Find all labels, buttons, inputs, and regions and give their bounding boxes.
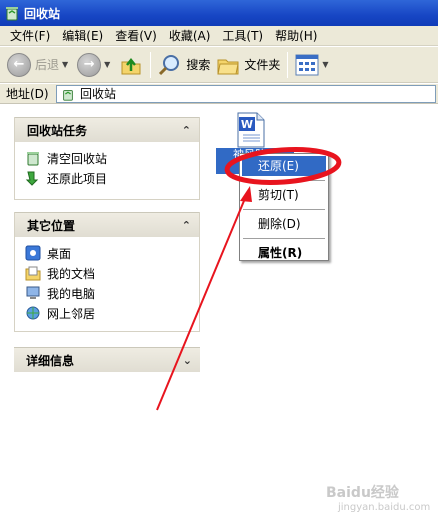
other-places-header[interactable]: 其它位置 ⌃ (15, 212, 199, 237)
menu-help[interactable]: 帮助(H) (269, 26, 323, 46)
place-my-documents-link[interactable]: 我的文档 (25, 263, 199, 283)
up-folder-icon (119, 53, 143, 77)
search-button[interactable]: 搜索 (155, 50, 213, 80)
address-value: 回收站 (80, 87, 117, 101)
views-icon (295, 54, 319, 76)
address-bar: 地址(D) 回收站 (0, 84, 438, 104)
folder-icon (216, 53, 240, 77)
watermark-text: Baidu经验 (326, 485, 399, 501)
context-menu: 还原(E) 剪切(T) 删除(D) 属性(R) (239, 153, 329, 261)
back-arrow-icon: ← (7, 52, 31, 77)
svg-text:W: W (241, 118, 253, 131)
place-my-computer-link[interactable]: 我的电脑 (25, 283, 199, 303)
menu-view[interactable]: 查看(V) (109, 26, 163, 46)
menu-separator (243, 180, 325, 181)
address-label: 地址(D) (6, 87, 49, 101)
back-label: 后退 (35, 58, 60, 72)
my-computer-icon (25, 285, 41, 301)
collapse-icon[interactable]: ⌃ (182, 219, 191, 232)
recycle-bin-icon (4, 5, 20, 21)
menu-favorites[interactable]: 收藏(A) (163, 26, 217, 46)
other-places-panel: 其它位置 ⌃ 桌面 我的文档 我的电脑 网上邻居 (14, 212, 200, 332)
network-icon (25, 305, 41, 321)
toolbar-separator (150, 51, 152, 78)
menu-bar: 文件(F) 编辑(E) 查看(V) 收藏(A) 工具(T) 帮助(H) (0, 26, 438, 46)
my-documents-icon (25, 265, 41, 281)
title-bar: 回收站 (0, 0, 438, 26)
restore-item-label: 还原此项目 (47, 171, 108, 186)
forward-arrow-icon: → (77, 52, 102, 77)
place-network-label: 网上邻居 (47, 306, 96, 321)
views-button[interactable]: ▼ (292, 50, 334, 80)
menu-edit[interactable]: 编辑(E) (56, 26, 109, 46)
empty-recycle-bin-label: 清空回收站 (47, 151, 108, 166)
other-places-title: 其它位置 (27, 218, 76, 233)
recycle-tasks-panel: 回收站任务 ⌃ 清空回收站 还原此项目 (14, 117, 200, 200)
recycle-bin-icon (60, 86, 76, 102)
place-my-computer-label: 我的电脑 (47, 286, 96, 301)
details-panel: 详细信息 ⌄ (14, 347, 200, 372)
menu-tools[interactable]: 工具(T) (216, 26, 269, 46)
search-label: 搜索 (186, 58, 211, 72)
menu-separator (243, 238, 325, 239)
forward-button[interactable]: → ▼ (74, 50, 116, 80)
word-document-icon[interactable]: W (236, 112, 266, 148)
window-title: 回收站 (24, 6, 61, 21)
chevron-down-icon[interactable]: ▼ (104, 60, 110, 69)
menu-separator (243, 209, 325, 210)
chevron-down-icon[interactable]: ▼ (62, 60, 68, 69)
place-desktop-link[interactable]: 桌面 (25, 243, 199, 263)
empty-recycle-bin-link[interactable]: 清空回收站 (25, 148, 199, 168)
menu-file[interactable]: 文件(F) (0, 26, 56, 46)
menu-item-restore[interactable]: 还原(E) (242, 156, 326, 176)
toolbar: ← 后退 ▼ → ▼ 搜索 文件夹 ▼ (0, 47, 438, 83)
search-icon (158, 53, 182, 77)
baidu-watermark-logo: Baidu经验 jingyan.baidu.com (326, 482, 430, 513)
menu-item-cut[interactable]: 剪切(T) (242, 185, 326, 205)
details-title: 详细信息 (26, 353, 75, 368)
restore-item-link[interactable]: 还原此项目 (25, 168, 199, 188)
desktop-icon (25, 245, 41, 261)
place-desktop-label: 桌面 (47, 246, 72, 261)
folders-button[interactable]: 文件夹 (213, 50, 283, 80)
folders-label: 文件夹 (244, 58, 281, 72)
recycle-bin-icon (25, 150, 41, 166)
expand-icon[interactable]: ⌄ (183, 354, 192, 367)
details-header[interactable]: 详细信息 ⌄ (14, 347, 200, 372)
up-folder-button[interactable] (116, 50, 146, 80)
back-button[interactable]: ← 后退 ▼ (4, 50, 74, 80)
recycle-tasks-header[interactable]: 回收站任务 ⌃ (15, 117, 199, 142)
address-input[interactable]: 回收站 (56, 84, 436, 103)
restore-arrow-icon (25, 170, 41, 186)
place-my-documents-label: 我的文档 (47, 266, 96, 281)
menu-item-properties[interactable]: 属性(R) (242, 243, 326, 263)
recycle-tasks-title: 回收站任务 (27, 123, 88, 138)
chevron-down-icon[interactable]: ▼ (322, 60, 328, 69)
toolbar-separator (287, 51, 289, 78)
watermark-sub: jingyan.baidu.com (338, 502, 431, 513)
collapse-icon[interactable]: ⌃ (182, 124, 191, 137)
place-network-link[interactable]: 网上邻居 (25, 303, 199, 323)
menu-item-delete[interactable]: 删除(D) (242, 214, 326, 234)
